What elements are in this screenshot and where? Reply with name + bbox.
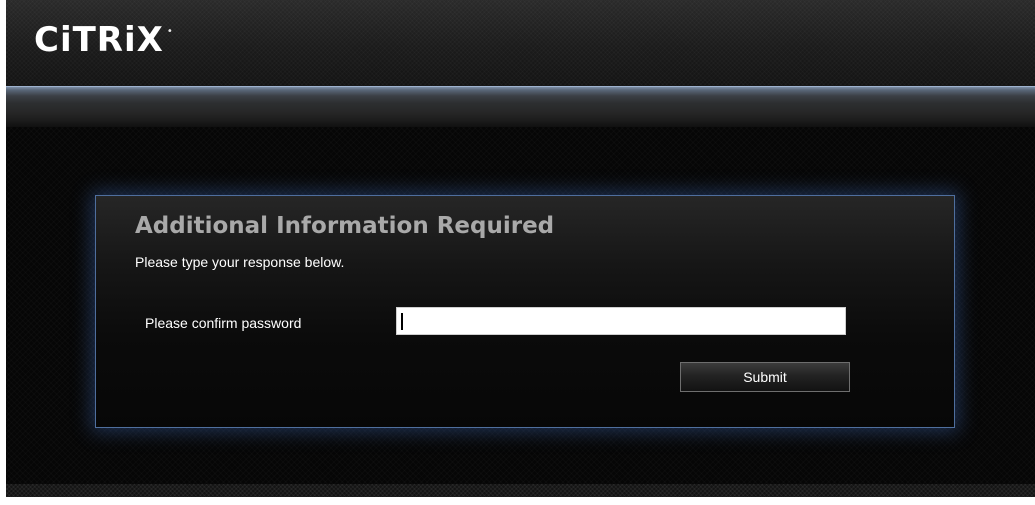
submit-button[interactable]: Submit	[680, 362, 850, 392]
header: CiTRiX •	[6, 0, 1035, 86]
header-band	[6, 86, 1035, 127]
page: CiTRiX • Additional Information Required…	[6, 0, 1035, 497]
footer-strip	[6, 484, 1035, 497]
dialog-subtitle: Please type your response below.	[135, 254, 345, 270]
logo-text: CiTRiX	[34, 20, 164, 60]
dialog-title: Additional Information Required	[135, 213, 555, 239]
confirm-password-label: Please confirm password	[145, 315, 302, 331]
confirm-password-input[interactable]	[396, 307, 846, 335]
logo-mark: •	[166, 26, 173, 37]
citrix-logo: CiTRiX •	[34, 20, 173, 70]
auth-dialog: Additional Information Required Please t…	[95, 195, 955, 428]
